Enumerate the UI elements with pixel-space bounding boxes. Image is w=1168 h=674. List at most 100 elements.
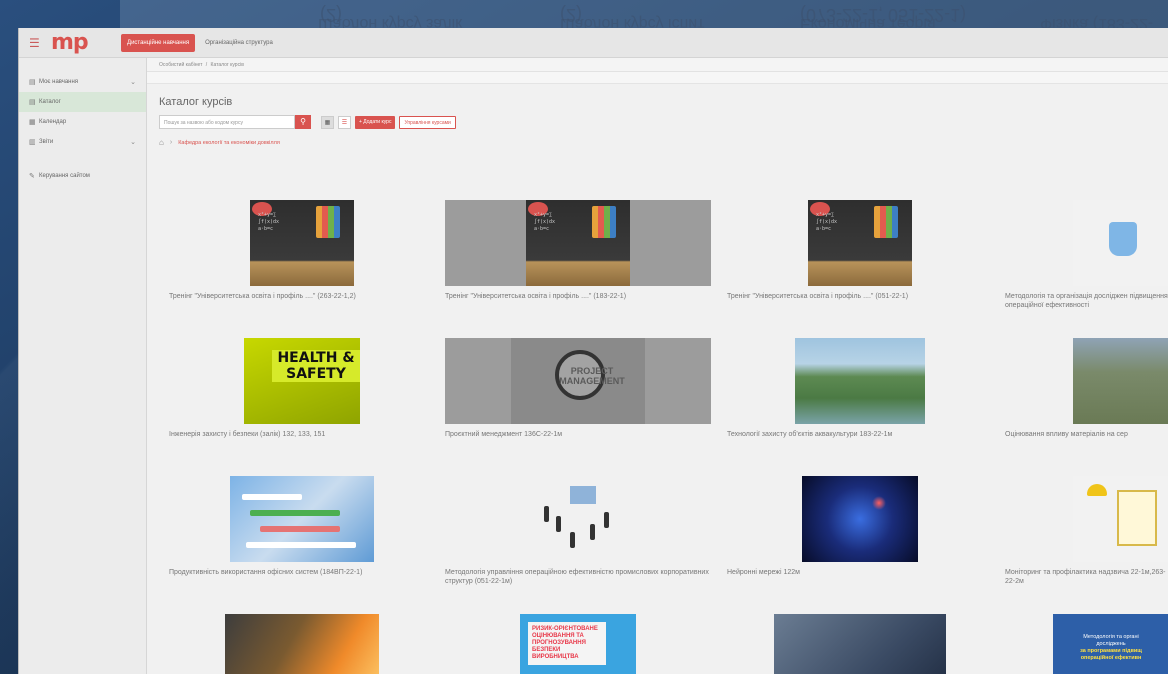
book-icon: ▤	[29, 79, 36, 86]
breadcrumb-current: Каталог курсів	[210, 62, 244, 68]
course-card[interactable]: x²+y=∑ ∫f(x)dx a·b=c Тренінг "Університетс…	[727, 200, 997, 301]
course-title[interactable]: Продуктивність використання офісних сист…	[169, 568, 439, 577]
risk-assessment-thumbnail: РИЗИК-ОРІЄНТОВАНЕ ОЦІНЮВАННЯ ТА ПРОГНОЗУ…	[520, 614, 636, 674]
checklist-worker-thumbnail	[1073, 476, 1168, 562]
grid-view-button[interactable]: ▦	[321, 115, 334, 129]
science-thumbnail	[1073, 200, 1168, 286]
chevron-right-icon: ›	[169, 139, 173, 146]
course-title[interactable]: Технології захисту об'єктів аквакультури…	[727, 430, 997, 439]
course-thumbnail-area: Методологія та органі досліджень за програ…	[1005, 614, 1168, 674]
course-title[interactable]: Тренінг "Університетська освіта і профіл…	[445, 292, 715, 301]
methodology-slide-thumbnail: Методологія та органі досліджень за програ…	[1053, 614, 1168, 674]
course-card[interactable]: HEALTH & SAFETY Інженерія захисту і безп…	[169, 338, 439, 439]
course-thumbnail-area	[727, 476, 993, 562]
course-title[interactable]: Проєктний менеджмент 136С-22-1м	[445, 430, 715, 439]
safety-vest-thumbnail: HEALTH & SAFETY	[244, 338, 360, 424]
catalog-icon: ▤	[29, 99, 36, 106]
course-card[interactable]: Технології захисту об'єктів аквакультури…	[727, 338, 997, 439]
course-title[interactable]: Моніторинг та профілактика надзвича 22-1…	[1005, 568, 1168, 586]
search-button[interactable]: ⚲	[295, 115, 311, 129]
course-title[interactable]: Інженерія захисту і безпеки (залік) 132,…	[169, 430, 439, 439]
course-card[interactable]: Моніторинг та профілактика надзвича 22-1…	[1005, 476, 1168, 586]
course-thumbnail-area	[727, 614, 993, 674]
firefighters-thumbnail	[225, 614, 379, 674]
sidebar-item-label: Керування сайтом	[39, 173, 90, 179]
top-navbar: ☰ mp Дистанційне навчання Організаційна …	[19, 28, 1168, 58]
course-card[interactable]: PROJECT MANAGEMENT Проєктний менеджмент …	[445, 338, 715, 439]
neural-brain-thumbnail	[802, 476, 918, 562]
course-title[interactable]: Оцінювання впливу матеріалів на сер	[1005, 430, 1168, 439]
course-thumbnail-area: HEALTH & SAFETY	[169, 338, 435, 424]
search-input[interactable]: Пошук за назвою або кодом курсу	[159, 115, 295, 129]
site-logo[interactable]: mp	[51, 30, 121, 55]
hamburger-icon[interactable]: ☰	[29, 36, 51, 50]
sidebar-item-my-learning[interactable]: ▤ Моє навчання ⌄	[19, 72, 146, 92]
chevron-down-icon: ⌄	[130, 139, 136, 146]
catalog-toolbar: Пошук за назвою або кодом курсу ⚲ ▦ ☰ + …	[147, 114, 1168, 130]
course-thumbnail-area	[445, 476, 711, 562]
course-card[interactable]: Продуктивність використання офісних сист…	[169, 476, 439, 577]
home-icon[interactable]: ⌂	[159, 138, 164, 147]
sidebar-item-label: Звіти	[39, 139, 54, 145]
course-card[interactable]: x²+y=∑ ∫f(x)dx a·b=c Тренінг "Університетс…	[169, 200, 439, 301]
course-title[interactable]: Методологія та організація досліджен під…	[1005, 292, 1168, 310]
breadcrumb-home-link[interactable]: Особистий кабінет	[159, 62, 202, 68]
course-card[interactable]	[727, 614, 997, 674]
course-thumbnail-area	[169, 476, 435, 562]
laptop-typing-thumbnail	[774, 614, 946, 674]
course-card[interactable]: Методологія та організація досліджен під…	[1005, 200, 1168, 310]
sidebar-item-label: Календар	[39, 119, 67, 125]
course-card[interactable]: Оцінювання впливу матеріалів на сер	[1005, 338, 1168, 439]
project-management-thumbnail: PROJECT MANAGEMENT	[511, 338, 645, 424]
aquaculture-thumbnail	[795, 338, 925, 424]
tab-distance-learning[interactable]: Дистанційне навчання	[121, 33, 196, 52]
business-people-thumbnail	[530, 476, 626, 562]
search-icon: ⚲	[300, 117, 306, 126]
course-thumbnail-area	[1005, 200, 1168, 286]
wrench-icon: ✎	[29, 173, 35, 180]
page-title: Каталог курсів	[159, 96, 233, 108]
sidebar: ▤ Моє навчання ⌄ ▤ Каталог ▦ Календар ▥ …	[19, 58, 147, 674]
chalkboard-thumbnail: x²+y=∑ ∫f(x)dx a·b=c	[250, 200, 354, 286]
breadcrumb: Особистий кабінет / Каталог курсів	[147, 58, 1168, 72]
calendar-icon: ▦	[29, 119, 36, 126]
category-path: ⌂ › Кафедра екології та економіки довкіл…	[147, 130, 1168, 155]
sidebar-item-site-admin[interactable]: ✎ Керування сайтом	[19, 166, 146, 186]
quarry-thumbnail	[1073, 338, 1168, 424]
course-title[interactable]: Методологія управління операційною ефект…	[445, 568, 715, 586]
course-thumbnail-area	[169, 614, 435, 674]
tab-org-structure[interactable]: Організаційна структура	[199, 34, 279, 52]
course-thumbnail-area: x²+y=∑ ∫f(x)dx a·b=c	[169, 200, 435, 286]
main-content: Особистий кабінет / Каталог курсів Катал…	[147, 58, 1168, 674]
list-view-button[interactable]: ☰	[338, 115, 351, 129]
chalkboard-thumbnail: x²+y=∑ ∫f(x)dx a·b=c	[808, 200, 912, 286]
chalkboard-thumbnail: x²+y=∑ ∫f(x)dx a·b=c	[526, 200, 630, 286]
course-card[interactable]: Методологія та органі досліджень за програ…	[1005, 614, 1168, 674]
sidebar-item-label: Моє навчання	[39, 79, 79, 85]
divider	[147, 72, 1168, 84]
course-thumbnail-area: РИЗИК-ОРІЄНТОВАНЕ ОЦІНЮВАННЯ ТА ПРОГНОЗУ…	[445, 614, 711, 674]
reports-icon: ▥	[29, 139, 36, 146]
course-thumbnail-area: x²+y=∑ ∫f(x)dx a·b=c	[727, 200, 993, 286]
course-thumbnail-area	[1005, 476, 1168, 562]
browser-window: ☰ mp Дистанційне навчання Організаційна …	[18, 28, 1168, 674]
sidebar-item-reports[interactable]: ▥ Звіти ⌄	[19, 132, 146, 152]
course-thumbnail-area	[1005, 338, 1168, 424]
course-card[interactable]: x²+y=∑ ∫f(x)dx a·b=c Тренінг "Університетс…	[445, 200, 715, 301]
add-course-button[interactable]: + Додати курс	[355, 115, 396, 129]
course-card[interactable]	[169, 614, 439, 674]
breadcrumb-separator: /	[205, 62, 208, 68]
course-card[interactable]: Нейронні мережі 122м	[727, 476, 997, 577]
course-thumbnail-area: x²+y=∑ ∫f(x)dx a·b=c	[445, 200, 711, 286]
course-card[interactable]: РИЗИК-ОРІЄНТОВАНЕ ОЦІНЮВАННЯ ТА ПРОГНОЗУ…	[445, 614, 715, 674]
course-title[interactable]: Нейронні мережі 122м	[727, 568, 997, 577]
course-title[interactable]: Тренінг "Університетська освіта і профіл…	[727, 292, 997, 301]
category-link[interactable]: Кафедра екології та економіки довкілля	[178, 140, 280, 146]
course-card[interactable]: Методологія управління операційною ефект…	[445, 476, 715, 586]
course-thumbnail-area: PROJECT MANAGEMENT	[445, 338, 711, 424]
sidebar-item-catalog[interactable]: ▤ Каталог	[19, 92, 146, 112]
chevron-down-icon: ⌄	[130, 79, 136, 86]
course-title[interactable]: Тренінг "Університетська освіта і профіл…	[169, 292, 439, 301]
manage-courses-button[interactable]: Управління курсами	[399, 115, 456, 129]
sidebar-item-calendar[interactable]: ▦ Календар	[19, 112, 146, 132]
